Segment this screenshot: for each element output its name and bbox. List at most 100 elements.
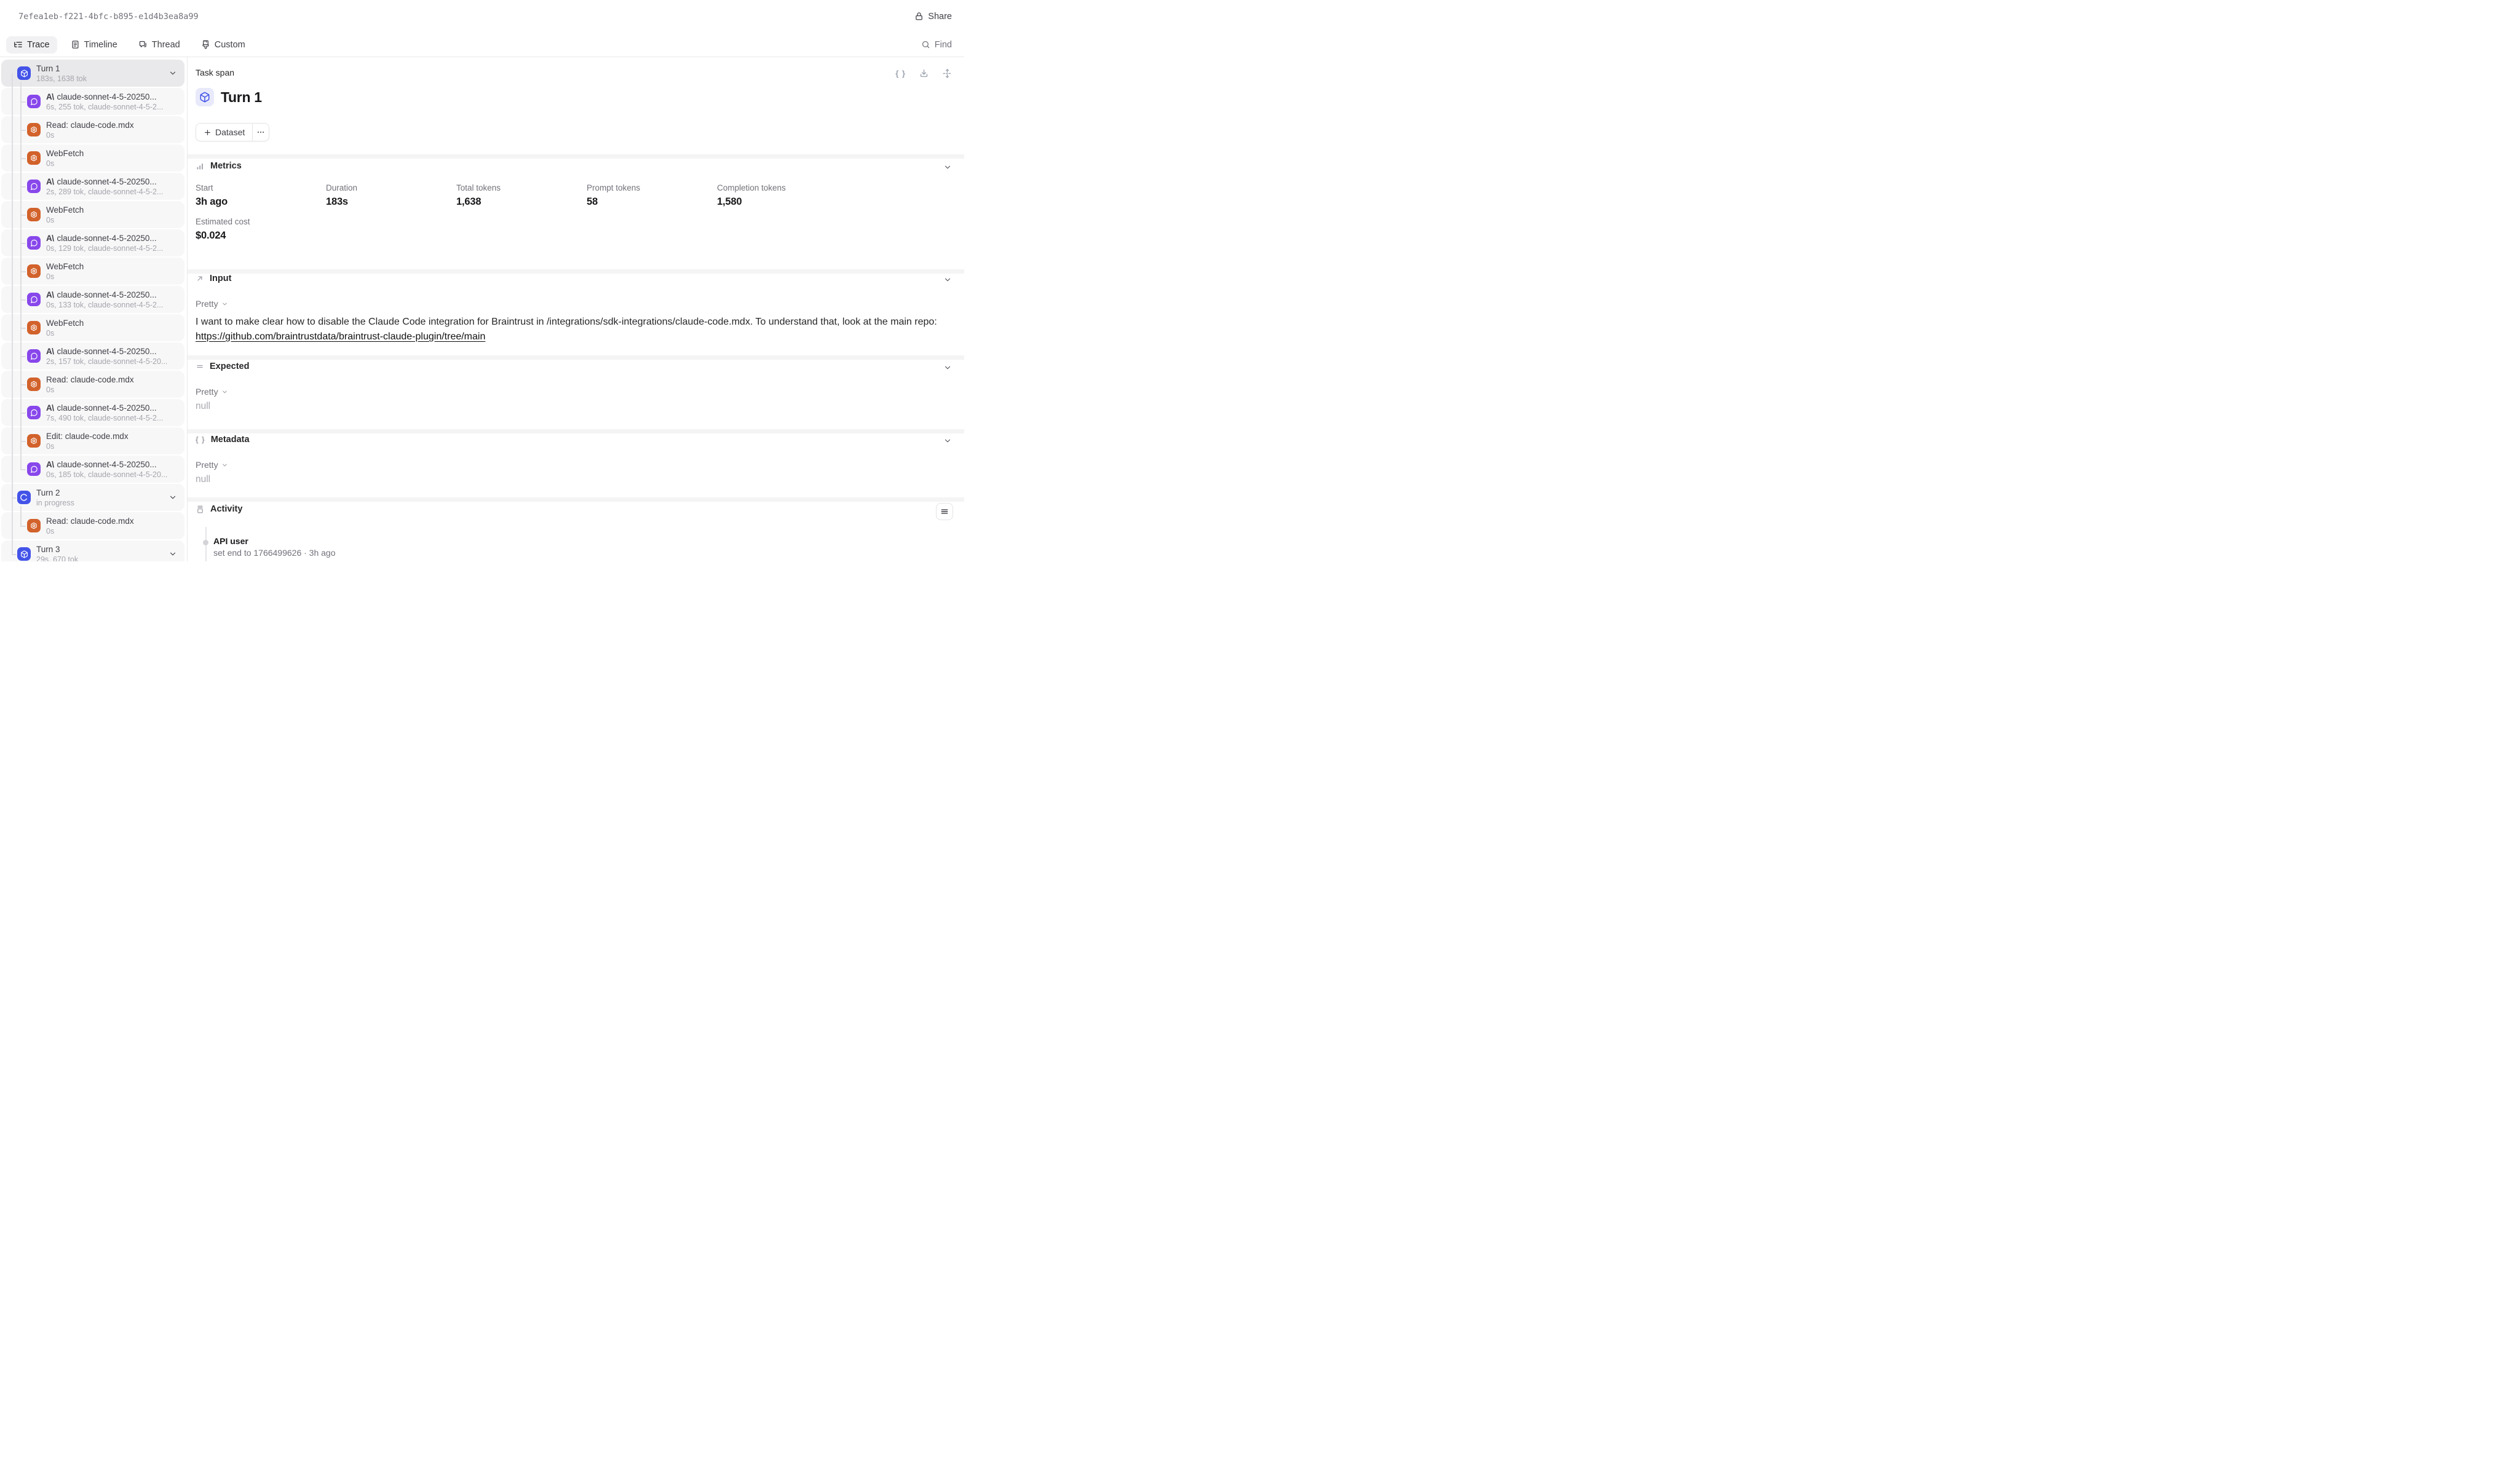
span-subtitle: 29s, 670 tok [36, 555, 168, 562]
metadata-format-dropdown[interactable]: Pretty [196, 460, 228, 470]
metadata-title: Metadata [211, 435, 250, 445]
input-format-dropdown[interactable]: Pretty [196, 299, 228, 309]
span-tree-item[interactable]: A\claude-sonnet-4-5-20250...0s, 129 tok,… [1, 229, 184, 256]
tree-guide-elbow [20, 243, 26, 244]
metrics-section-header: Metrics [196, 161, 242, 171]
tab-label: Timeline [84, 40, 117, 50]
anthropic-logo-icon: A\ [46, 92, 54, 102]
span-tree-item[interactable]: WebFetch0s [1, 144, 184, 172]
span-tree-item[interactable]: WebFetch0s [1, 201, 184, 228]
tree-guide-elbow [20, 356, 26, 357]
span-tree-item[interactable]: Edit: claude-code.mdx0s [1, 427, 184, 454]
tab-custom[interactable]: Custom [194, 36, 253, 53]
tree-guide-elbow [20, 101, 26, 103]
tool-icon [27, 378, 41, 391]
span-tree-item[interactable]: A\claude-sonnet-4-5-20250...0s, 133 tok,… [1, 286, 184, 313]
span-tree-item[interactable]: WebFetch0s [1, 314, 184, 341]
span-subtitle: 2s, 289 tok, claude-sonnet-4-5-2... [46, 187, 168, 197]
span-subtitle: 6s, 255 tok, claude-sonnet-4-5-2... [46, 102, 168, 112]
lock-icon [914, 12, 924, 21]
expected-format-dropdown[interactable]: Pretty [196, 387, 228, 397]
section-divider [188, 497, 964, 502]
tree-guide-elbow [12, 554, 17, 555]
tab-thread[interactable]: Thread [131, 36, 188, 53]
braces-icon: { } [196, 435, 205, 444]
span-title: claude-sonnet-4-5-20250... [57, 346, 157, 357]
span-tree-item[interactable]: Turn 2in progress [1, 484, 184, 511]
input-value: I want to make clear how to disable the … [196, 315, 948, 344]
tree-guide-line [20, 82, 22, 469]
cube-icon [196, 88, 214, 106]
span-tree-item[interactable]: A\claude-sonnet-4-5-20250...2s, 157 tok,… [1, 342, 184, 370]
chevron-down-icon[interactable] [943, 163, 952, 172]
metric-value: 3h ago [196, 196, 326, 208]
find-button[interactable]: Find [921, 40, 952, 50]
span-type-label: Task span [196, 68, 234, 77]
span-subtitle: 0s [46, 272, 168, 282]
span-tree-item[interactable]: Read: claude-code.mdx0s [1, 116, 184, 143]
section-divider [188, 429, 964, 433]
tool-icon [27, 434, 41, 448]
metric-value: 1,580 [717, 196, 847, 208]
metric-estimated-cost: Estimated cost$0.024 [196, 216, 326, 242]
anthropic-logo-icon: A\ [46, 403, 54, 413]
tab-timeline[interactable]: Timeline [63, 36, 125, 53]
tool-icon [27, 321, 41, 334]
span-title: Turn 2 [36, 488, 60, 498]
chevron-down-icon[interactable] [168, 493, 177, 502]
metric-label: Start [196, 182, 326, 194]
tree-guide-elbow [20, 299, 26, 301]
anthropic-logo-icon: A\ [46, 290, 54, 300]
activity-log-icon [196, 505, 205, 514]
anthropic-logo-icon: A\ [46, 176, 54, 187]
span-tree-item[interactable]: Turn 329s, 670 tok [1, 540, 184, 561]
detail-header-actions: { } [895, 68, 953, 79]
metric-prompt-tokens: Prompt tokens58 [587, 182, 717, 208]
span-title: Turn 1 [36, 63, 60, 74]
add-to-dataset-button[interactable]: Dataset [196, 124, 253, 141]
span-tree-item[interactable]: A\claude-sonnet-4-5-20250...0s, 185 tok,… [1, 456, 184, 483]
tree-guide-line [12, 73, 13, 554]
span-tree-item[interactable]: A\claude-sonnet-4-5-20250...7s, 490 tok,… [1, 399, 184, 426]
span-tree-item[interactable]: A\claude-sonnet-4-5-20250...6s, 255 tok,… [1, 88, 184, 115]
chevron-down-icon[interactable] [168, 550, 177, 558]
input-link[interactable]: https://github.com/braintrustdata/braint… [196, 331, 485, 342]
activity-view-toggle-button[interactable] [936, 503, 953, 520]
span-tree-item[interactable]: WebFetch0s [1, 258, 184, 285]
expected-value: null [196, 401, 210, 412]
dataset-more-button[interactable] [253, 124, 269, 141]
tree-guide-elbow [20, 158, 26, 159]
share-button[interactable]: Share [914, 12, 952, 22]
metric-duration: Duration183s [326, 182, 456, 208]
chevron-down-icon[interactable] [943, 275, 952, 284]
span-subtitle: 0s, 185 tok, claude-sonnet-4-5-20... [46, 470, 168, 480]
metric-start: Start 3h ago [196, 182, 326, 208]
tree-guide-elbow [20, 469, 26, 470]
chevron-down-icon[interactable] [943, 363, 952, 372]
chevron-down-icon[interactable] [168, 69, 177, 77]
span-title: claude-sonnet-4-5-20250... [57, 290, 157, 300]
span-tree-item[interactable]: Read: claude-code.mdx0s [1, 371, 184, 398]
span-title: Turn 3 [36, 544, 60, 555]
json-view-icon[interactable]: { } [895, 69, 906, 78]
download-icon[interactable] [919, 68, 929, 79]
tree-guide-line [20, 506, 22, 526]
span-subtitle: 2s, 157 tok, claude-sonnet-4-5-20... [46, 357, 168, 366]
search-icon [921, 40, 930, 49]
span-subtitle: 0s, 133 tok, claude-sonnet-4-5-2... [46, 300, 168, 310]
span-title: WebFetch [46, 148, 84, 159]
metric-value: 1,638 [456, 196, 587, 208]
section-divider [188, 355, 964, 360]
span-tree-item[interactable]: Read: claude-code.mdx0s [1, 512, 184, 539]
top-header: 7efea1eb-f221-4bfc-b895-e1d4b3ea8a99 Sha… [0, 0, 964, 33]
tab-label: Custom [215, 40, 245, 50]
span-title: WebFetch [46, 205, 84, 215]
span-tree-item[interactable]: A\claude-sonnet-4-5-20250...2s, 289 tok,… [1, 173, 184, 200]
span-tree-item[interactable]: Turn 1183s, 1638 tok [1, 60, 184, 87]
metric-total-tokens: Total tokens1,638 [456, 182, 587, 208]
chevron-down-icon[interactable] [943, 437, 952, 445]
span-title: claude-sonnet-4-5-20250... [57, 403, 157, 413]
plus-icon [204, 129, 212, 136]
expand-collapse-icon[interactable] [942, 68, 953, 79]
tab-trace[interactable]: Trace [6, 36, 57, 53]
